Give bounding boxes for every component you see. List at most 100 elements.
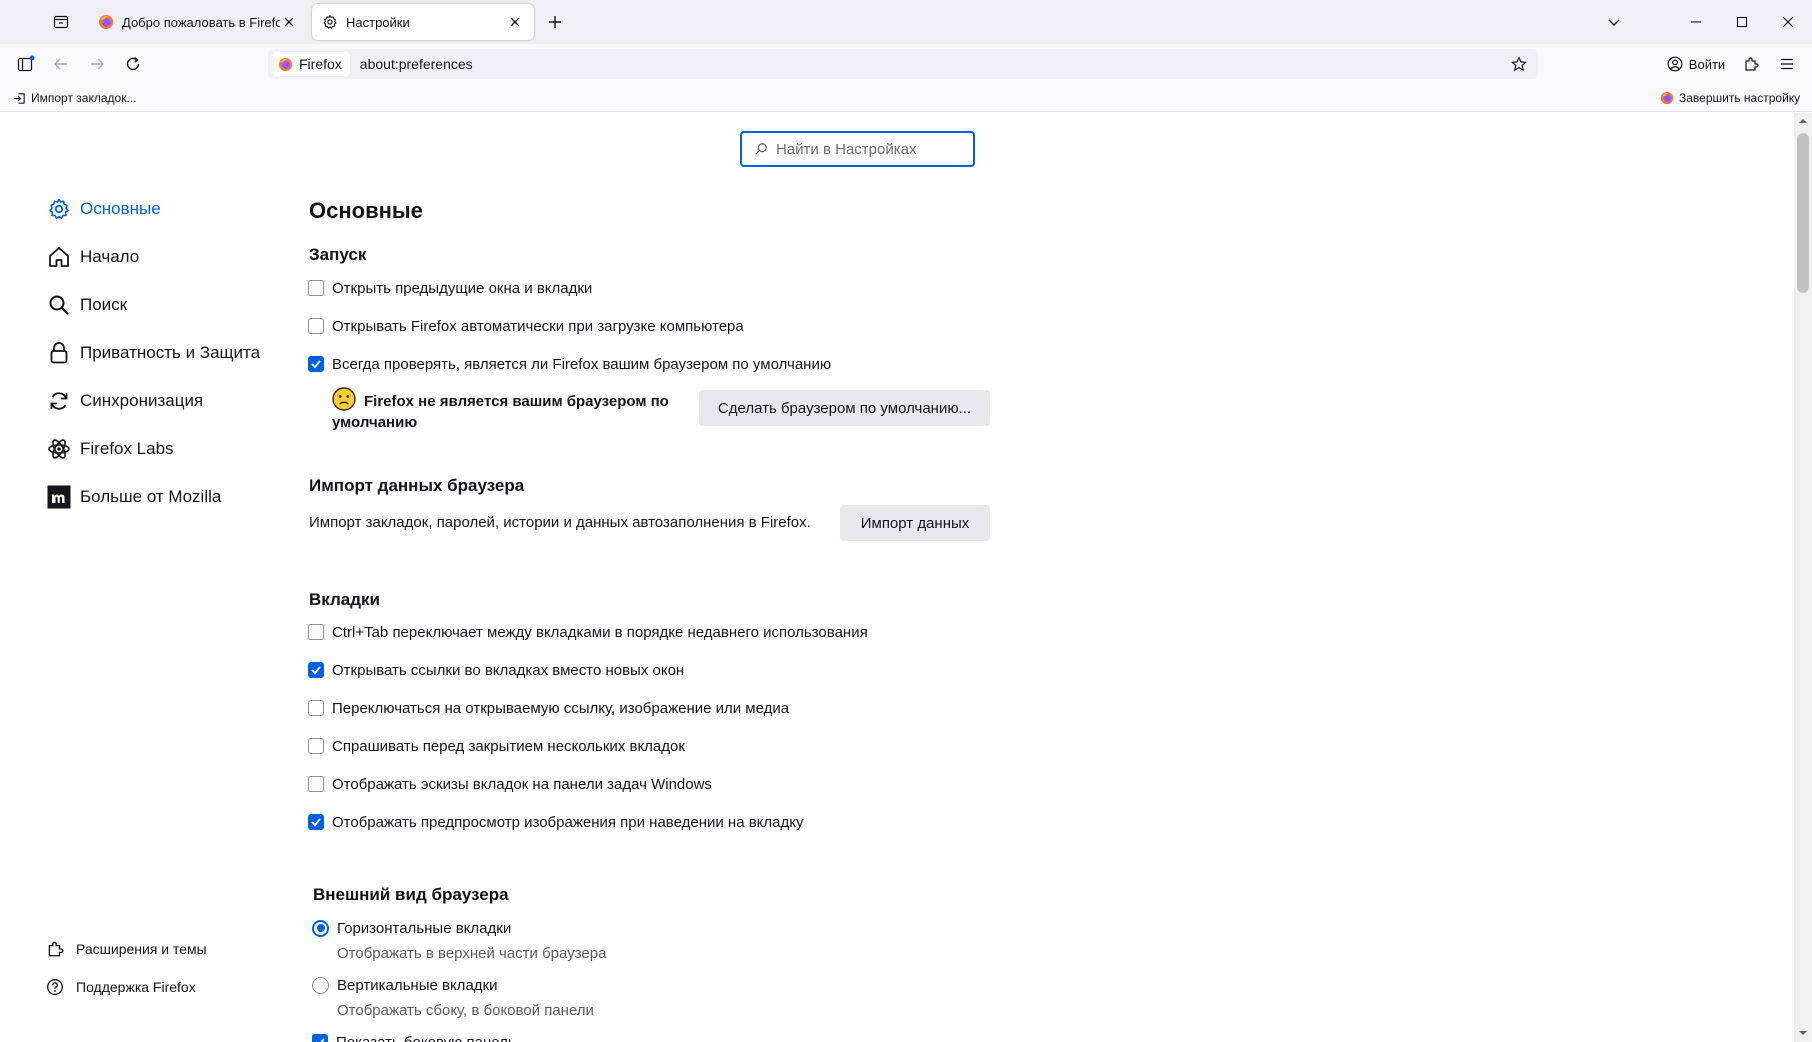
category-home[interactable]: Начало: [46, 241, 139, 273]
scroll-thumb[interactable]: [1797, 133, 1809, 293]
option-label: Горизонтальные вкладки: [337, 919, 512, 937]
tab-strip: Добро пожаловать в Firefox Настройки: [0, 0, 1812, 44]
option-label: Ctrl+Tab переключает между вкладками в п…: [332, 623, 868, 641]
checkbox[interactable]: [308, 280, 324, 296]
mozilla-icon: [46, 484, 72, 510]
close-icon: [1782, 16, 1794, 28]
forward-button[interactable]: [82, 50, 112, 78]
import-heading: Импорт данных браузера: [309, 476, 525, 495]
extensions-button[interactable]: [1736, 50, 1766, 78]
finish-setup-item[interactable]: Завершить настройку: [1660, 89, 1800, 107]
maximize-button[interactable]: [1724, 8, 1760, 36]
maximize-icon: [1736, 16, 1748, 28]
identity-box[interactable]: Firefox: [272, 52, 350, 76]
firefox-view-button[interactable]: [46, 9, 76, 35]
tabs-option-warn-close[interactable]: Спрашивать перед закрытием нескольких вк…: [308, 735, 685, 757]
checkbox[interactable]: [308, 624, 324, 640]
back-button[interactable]: [46, 50, 76, 78]
radio[interactable]: [312, 976, 329, 994]
appearance-option-horizontal-tabs[interactable]: Горизонтальные вкладки: [312, 917, 511, 939]
checkbox[interactable]: [308, 318, 324, 334]
tabs-option-switch-to-new[interactable]: Переключаться на открываемую ссылку, изо…: [308, 697, 789, 719]
sidebar-icon: [17, 55, 35, 72]
url-bar[interactable]: Firefox about:preferences: [268, 49, 1538, 79]
app-menu-button[interactable]: [1772, 50, 1802, 78]
category-sync[interactable]: Синхронизация: [46, 385, 203, 417]
footer-link-label: Расширения и темы: [76, 941, 207, 957]
close-icon[interactable]: [506, 13, 524, 31]
checkbox[interactable]: [308, 700, 324, 716]
category-general[interactable]: Основные: [46, 193, 161, 225]
import-description: Импорт закладок, паролей, истории и данн…: [309, 514, 811, 531]
checkbox[interactable]: [308, 738, 324, 754]
import-bookmarks-item[interactable]: Импорт закладок...: [13, 89, 136, 107]
sync-icon: [46, 388, 72, 414]
account-signin-button[interactable]: Войти: [1660, 49, 1732, 79]
puzzle-icon: [48, 941, 64, 957]
option-description: Отображать в верхней части браузера: [337, 945, 607, 962]
footer-link-label: Поддержка Firefox: [76, 979, 196, 995]
account-icon: [1667, 56, 1683, 72]
sidebar-button[interactable]: [11, 50, 41, 78]
close-icon[interactable]: [280, 13, 298, 31]
checkbox[interactable]: [308, 776, 324, 792]
page-scrollbar[interactable]: [1794, 113, 1812, 1042]
minimize-button[interactable]: [1678, 8, 1714, 36]
addons-and-themes-link[interactable]: Расширения и темы: [46, 937, 207, 961]
tab-settings[interactable]: Настройки: [312, 4, 534, 40]
appearance-option-show-sidebar[interactable]: Показать боковую панель: [312, 1031, 516, 1042]
page-title: Основные: [309, 198, 423, 223]
option-label: Вертикальные вкладки: [337, 976, 498, 994]
appearance-option-vertical-tabs[interactable]: Вертикальные вкладки: [312, 974, 497, 996]
category-more-from-mozilla[interactable]: Больше от Mozilla: [46, 481, 221, 513]
scroll-down-arrow-icon[interactable]: [1799, 1029, 1807, 1037]
identity-label: Firefox: [299, 56, 342, 72]
settings-search-input[interactable]: [776, 140, 956, 158]
checkbox-checked[interactable]: [308, 814, 324, 830]
option-label: Всегда проверять, является ли Firefox ва…: [332, 355, 832, 373]
tabs-option-taskbar-previews[interactable]: Отображать эскизы вкладок на панели зада…: [308, 773, 712, 795]
scroll-up-arrow-icon[interactable]: [1799, 117, 1807, 125]
bookmark-star-button[interactable]: [1508, 53, 1530, 75]
settings-search[interactable]: [740, 131, 975, 167]
radio-selected[interactable]: [312, 919, 329, 937]
option-label: Открывать Firefox автоматически при загр…: [332, 317, 744, 335]
startup-option-autostart[interactable]: Открывать Firefox автоматически при загр…: [308, 315, 744, 337]
startup-option-restore-session[interactable]: Открыть предыдущие окна и вкладки: [308, 277, 592, 299]
option-label: Отображать предпросмотр изображения при …: [332, 813, 804, 831]
bookmarks-toolbar: Импорт закладок... Завершить настройку: [0, 84, 1812, 112]
appearance-heading: Внешний вид браузера: [313, 885, 509, 904]
category-label: Больше от Mozilla: [80, 487, 222, 506]
tab-welcome[interactable]: Добро пожаловать в Firefox: [88, 4, 308, 40]
url-text[interactable]: about:preferences: [360, 56, 473, 72]
import-data-button[interactable]: Импорт данных: [840, 505, 990, 541]
reload-button[interactable]: [118, 50, 148, 78]
firefox-logo-icon: [99, 15, 113, 29]
chevron-down-icon: [1608, 19, 1620, 26]
tabs-option-links-in-tabs[interactable]: Открывать ссылки во вкладках вместо новы…: [308, 659, 684, 681]
tab-title: Добро пожаловать в Firefox: [122, 14, 280, 30]
not-default-text: Firefox не является вашим браузером по у…: [332, 393, 669, 431]
category-firefox-labs[interactable]: Firefox Labs: [46, 433, 174, 465]
labs-icon: [46, 436, 72, 462]
category-search[interactable]: Поиск: [46, 289, 127, 321]
tabs-option-ctrl-tab[interactable]: Ctrl+Tab переключает между вкладками в п…: [308, 621, 868, 643]
checkbox-checked[interactable]: [308, 662, 324, 678]
not-default-message: Firefox не является вашим браузером по у…: [332, 387, 672, 433]
checkbox-checked[interactable]: [312, 1034, 328, 1042]
finish-setup-label: Завершить настройку: [1679, 91, 1801, 105]
reload-icon: [126, 56, 140, 71]
list-all-tabs-button[interactable]: [1596, 8, 1632, 36]
set-default-browser-button[interactable]: Сделать браузером по умолчанию...: [699, 390, 990, 426]
minimize-icon: [1691, 21, 1701, 23]
new-tab-button[interactable]: [541, 9, 569, 35]
checkbox-checked[interactable]: [308, 356, 324, 372]
firefox-support-link[interactable]: Поддержка Firefox: [46, 975, 196, 999]
option-label: Спрашивать перед закрытием нескольких вк…: [332, 737, 685, 755]
startup-option-check-default[interactable]: Всегда проверять, является ли Firefox ва…: [308, 353, 831, 375]
category-label: Синхронизация: [80, 391, 204, 410]
window-close-button[interactable]: [1770, 8, 1806, 36]
tabs-option-hover-preview[interactable]: Отображать предпросмотр изображения при …: [308, 811, 804, 833]
category-privacy[interactable]: Приватность и Защита: [46, 337, 260, 369]
option-label: Показать боковую панель: [336, 1033, 516, 1042]
